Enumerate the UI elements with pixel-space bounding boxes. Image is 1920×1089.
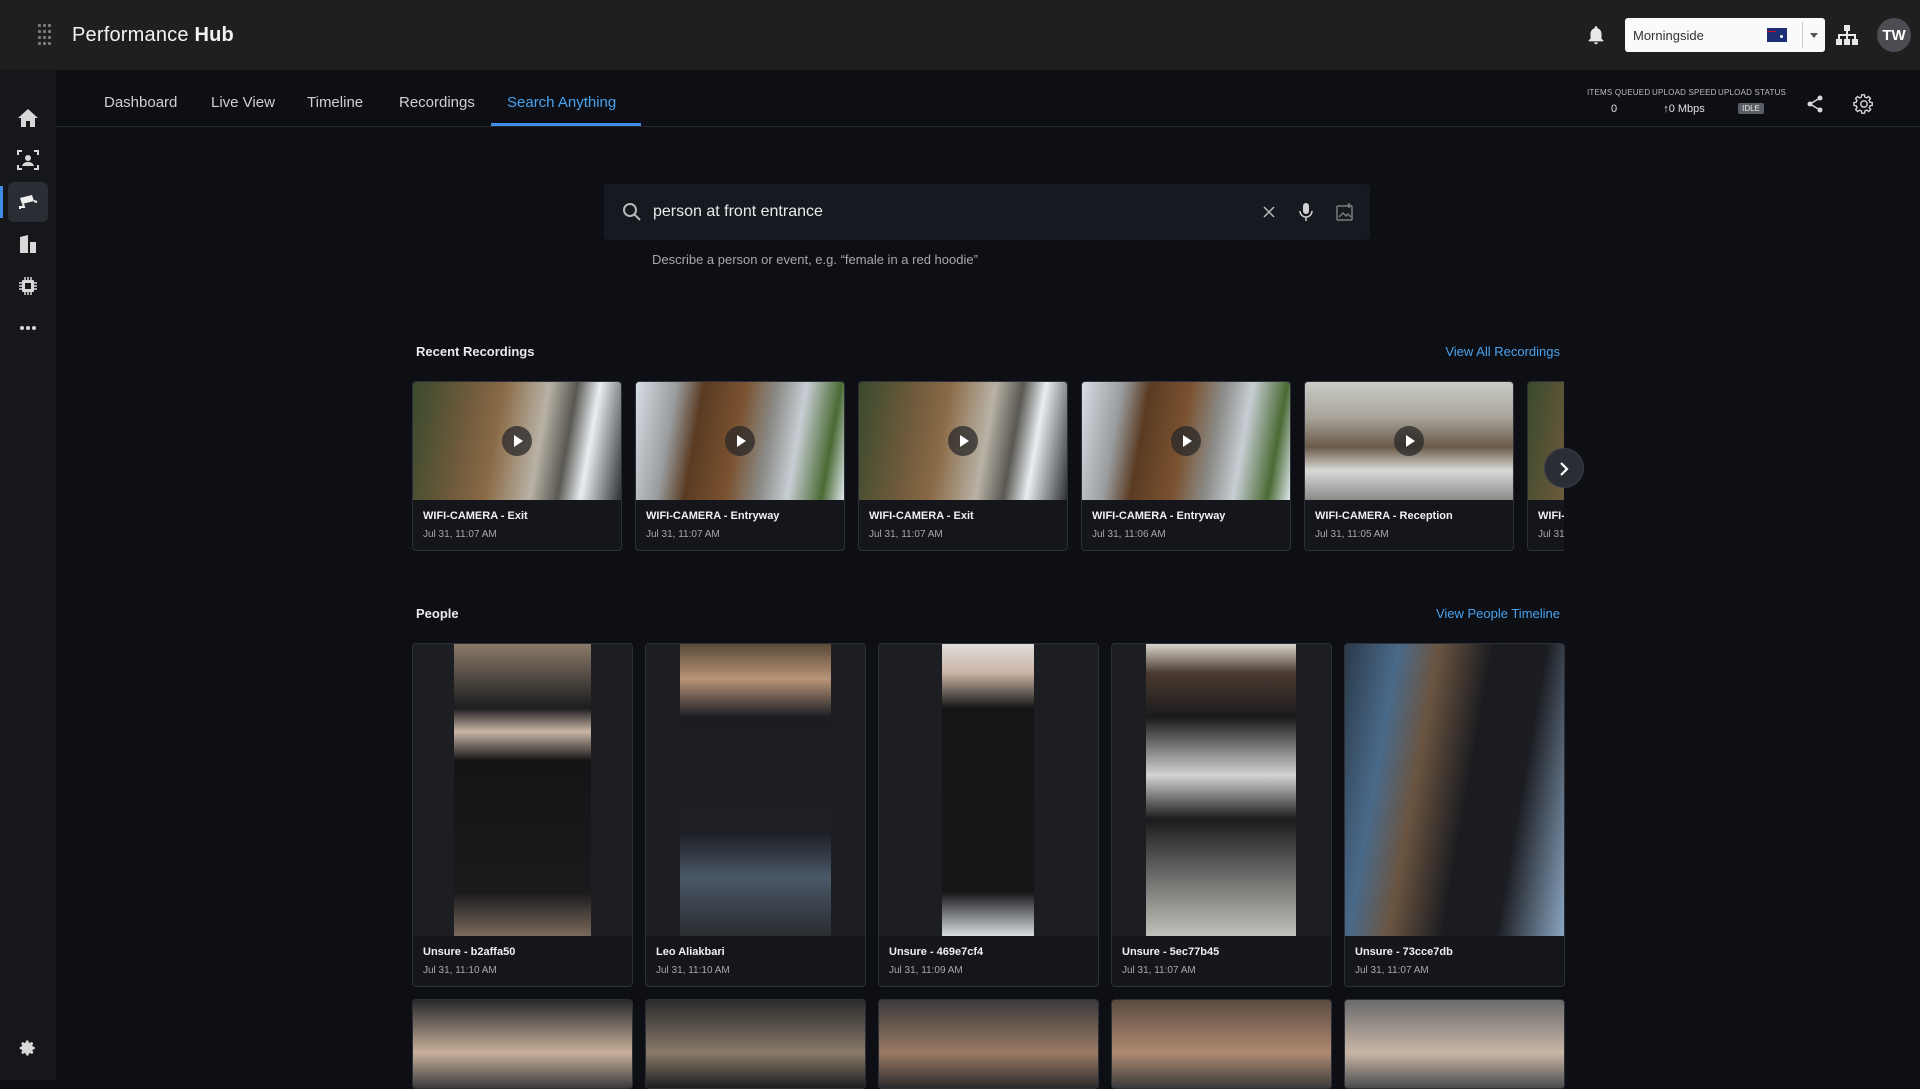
- tab-search-anything[interactable]: Search Anything: [507, 94, 616, 111]
- face-scan-icon: [17, 150, 39, 170]
- chip-icon: [19, 277, 37, 295]
- person-card[interactable]: [645, 999, 866, 1089]
- tab-recordings[interactable]: Recordings: [399, 94, 475, 111]
- share-icon[interactable]: [1805, 94, 1825, 114]
- search-icon: [623, 203, 641, 221]
- carousel-next-button[interactable]: [1544, 448, 1584, 488]
- app-title: Performance Hub: [72, 23, 234, 46]
- play-icon: [725, 426, 755, 456]
- location-select[interactable]: Morningside: [1625, 18, 1825, 52]
- gear-icon: [19, 1040, 35, 1056]
- person-card[interactable]: Unsure - b2affa50 Jul 31, 11:10 AM: [412, 643, 633, 987]
- active-tab-indicator: [491, 123, 641, 126]
- tab-bar: Dashboard Live View Timeline Recordings …: [56, 70, 1920, 127]
- view-all-recordings-link[interactable]: View All Recordings: [1420, 344, 1560, 359]
- settings-gear-icon[interactable]: [1853, 93, 1875, 115]
- tab-dashboard[interactable]: Dashboard: [104, 94, 177, 111]
- sidebar-item-face-recognition[interactable]: [0, 140, 56, 180]
- sidebar-item-cameras[interactable]: [0, 182, 56, 222]
- tab-timeline[interactable]: Timeline: [307, 94, 363, 111]
- person-photo: [413, 644, 632, 936]
- person-card[interactable]: Unsure - 5ec77b45 Jul 31, 11:07 AM: [1111, 643, 1332, 987]
- more-icon: [20, 326, 36, 330]
- play-icon: [502, 426, 532, 456]
- recording-card[interactable]: WIFI-CAMERA - Entryway Jul 31, 11:07 AM: [635, 381, 845, 551]
- people-title: People: [416, 606, 459, 621]
- home-icon: [18, 109, 38, 127]
- status-badge: IDLE: [1738, 103, 1764, 114]
- top-bar: Performance Hub Morningside TW: [0, 0, 1920, 70]
- recording-card[interactable]: WIFI-CAMERA - Exit Jul 31, 11:07 AM: [412, 381, 622, 551]
- upload-status-stat: UPLOAD STATUS IDLE: [1718, 88, 1787, 114]
- person-photo: [1112, 644, 1331, 936]
- recent-recordings-title: Recent Recordings: [416, 344, 535, 359]
- person-photo: [879, 644, 1098, 936]
- search-hint: Describe a person or event, e.g. “female…: [652, 252, 978, 267]
- view-people-timeline-link[interactable]: View People Timeline: [1400, 606, 1560, 621]
- clear-icon[interactable]: [1263, 206, 1275, 218]
- australia-flag-icon: [1767, 28, 1787, 42]
- security-camera-icon: [19, 195, 38, 209]
- person-photo: [1345, 644, 1564, 936]
- sidebar-item-home[interactable]: [0, 98, 56, 138]
- person-photo: [646, 644, 865, 936]
- building-icon: [20, 235, 36, 253]
- recordings-carousel: WIFI-CAMERA - Exit Jul 31, 11:07 AM WIFI…: [412, 381, 1564, 551]
- image-search-icon[interactable]: [1335, 202, 1355, 222]
- person-card[interactable]: Unsure - 469e7cf4 Jul 31, 11:09 AM: [878, 643, 1099, 987]
- tab-live-view[interactable]: Live View: [211, 94, 275, 111]
- recording-card[interactable]: WIFI-CAMERA - Entryway Jul 31, 11:06 AM: [1081, 381, 1291, 551]
- play-icon: [1394, 426, 1424, 456]
- chevron-down-icon: [1810, 33, 1818, 38]
- person-card[interactable]: Unsure - 73cce7db Jul 31, 11:07 AM: [1344, 643, 1565, 987]
- person-card[interactable]: Leo Aliakbari Jul 31, 11:10 AM: [645, 643, 866, 987]
- sidebar-item-devices[interactable]: [0, 266, 56, 306]
- app-launcher-icon[interactable]: [38, 24, 51, 46]
- location-value: Morningside: [1633, 27, 1704, 43]
- items-queued-stat: ITEMS QUEUED 0: [1587, 88, 1651, 115]
- sidebar-item-buildings[interactable]: [0, 224, 56, 264]
- sidebar-item-settings[interactable]: [0, 1028, 56, 1068]
- recording-card[interactable]: WIFI-CAMERA - Exit Jul 31, 11:07 AM: [858, 381, 1068, 551]
- person-card[interactable]: [1344, 999, 1565, 1089]
- person-card[interactable]: [878, 999, 1099, 1089]
- chevron-right-icon: [1560, 462, 1569, 476]
- microphone-icon[interactable]: [1299, 202, 1313, 222]
- sidebar: [0, 70, 56, 1080]
- recording-card[interactable]: WIFI-CAMERA - Reception Jul 31, 11:05 AM: [1304, 381, 1514, 551]
- play-icon: [1171, 426, 1201, 456]
- sidebar-item-more[interactable]: [0, 308, 56, 348]
- avatar[interactable]: TW: [1877, 18, 1911, 52]
- person-card[interactable]: [412, 999, 633, 1089]
- search-box[interactable]: person at front entrance: [604, 184, 1370, 240]
- upload-speed-stat: UPLOAD SPEED ↑0 Mbps: [1652, 88, 1717, 115]
- bell-icon[interactable]: [1585, 24, 1607, 46]
- person-card[interactable]: [1111, 999, 1332, 1089]
- sitemap-icon[interactable]: [1835, 24, 1859, 46]
- play-icon: [948, 426, 978, 456]
- search-input[interactable]: person at front entrance: [653, 203, 823, 221]
